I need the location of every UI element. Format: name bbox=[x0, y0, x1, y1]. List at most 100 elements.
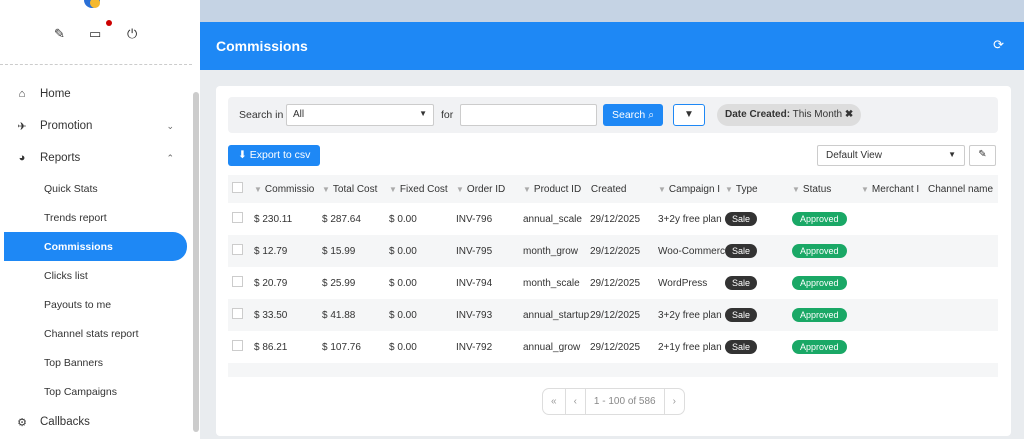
close-icon[interactable]: ✖ bbox=[845, 109, 853, 120]
filter-button[interactable]: ▼ bbox=[673, 104, 705, 126]
column-header[interactable]: ▼ Merchant I bbox=[861, 175, 928, 203]
sidebar-item-trends-report[interactable]: Trends report bbox=[0, 203, 192, 232]
table-cell: Woo-Commerce bbox=[658, 235, 725, 267]
table-cell: annual_scale bbox=[523, 213, 582, 225]
monitor-icon[interactable]: ▭ bbox=[89, 26, 101, 42]
download-icon: ⬇ bbox=[238, 149, 247, 161]
column-header[interactable]: ▼ Total Cost bbox=[322, 175, 389, 203]
table-cell: $ 107.76 bbox=[322, 341, 361, 353]
edit-view-button[interactable]: ✎ bbox=[969, 145, 996, 166]
sidebar-item-callbacks[interactable]: ⚙ Callbacks bbox=[0, 406, 192, 438]
table-cell: $ 0.00 bbox=[389, 213, 417, 225]
table-cell: $ 0.00 bbox=[389, 341, 417, 353]
column-header[interactable]: ▼ Product ID bbox=[523, 175, 590, 203]
callback-icon: ⚙ bbox=[17, 416, 27, 429]
status-badge: Approved bbox=[792, 243, 847, 258]
row-checkbox[interactable] bbox=[232, 308, 243, 319]
notification-dot bbox=[106, 20, 112, 26]
table-cell: INV-795 bbox=[456, 235, 523, 267]
sidebar-item-top-banners[interactable]: Top Banners bbox=[0, 348, 192, 377]
table-row[interactable]: $ 33.50 $ 41.88 $ 0.00 INV-793 annual_startu… bbox=[228, 299, 998, 331]
view-select[interactable]: Default View ▼ bbox=[817, 145, 965, 166]
table-cell: $ 33.50 bbox=[254, 299, 322, 331]
column-header[interactable]: ▼ Fixed Cost bbox=[389, 175, 456, 203]
table-cell: month_grow bbox=[523, 235, 590, 267]
select-all-checkbox[interactable] bbox=[232, 182, 243, 193]
search-input[interactable] bbox=[460, 104, 597, 126]
table-cell: WordPress bbox=[658, 277, 708, 289]
table-cell: $ 0.00 bbox=[389, 299, 456, 331]
sort-icon[interactable]: ▼ bbox=[254, 185, 262, 194]
table-cell: annual_startup bbox=[523, 299, 590, 331]
table-row[interactable]: $ 230.11 $ 287.64 $ 0.00 INV-796 annual_scal… bbox=[228, 203, 998, 235]
for-label: for bbox=[441, 109, 454, 121]
table-cell: 3+2y free plan bbox=[658, 213, 722, 225]
home-icon: ⌂ bbox=[18, 88, 26, 100]
table-cell: INV-793 bbox=[456, 299, 523, 331]
first-page-button[interactable]: « bbox=[543, 389, 566, 414]
table-cell: $ 287.64 bbox=[322, 213, 361, 225]
table-cell: $ 0.00 bbox=[389, 277, 417, 289]
next-page-button[interactable]: › bbox=[665, 389, 684, 414]
edit-icon[interactable]: ✎ bbox=[54, 26, 65, 42]
caret-down-icon: ▼ bbox=[419, 109, 427, 118]
row-checkbox[interactable] bbox=[232, 340, 243, 351]
table-cell: $ 12.79 bbox=[254, 235, 322, 267]
column-header[interactable]: ▼ Commissio bbox=[254, 175, 322, 203]
date-filter-chip[interactable]: Date Created: This Month ✖ bbox=[717, 104, 862, 126]
table-row[interactable]: $ 20.79 $ 25.99 $ 0.00 INV-794 month_scale 29… bbox=[228, 267, 998, 299]
export-csv-button[interactable]: ⬇ Export to csv bbox=[228, 145, 321, 166]
sidebar-item-channel-stats[interactable]: Channel stats report bbox=[0, 319, 192, 348]
table-cell: 29/12/2025 bbox=[590, 235, 658, 267]
sidebar-item-payouts[interactable]: Payouts to me bbox=[0, 290, 192, 319]
table-cell: $ 20.79 bbox=[254, 277, 288, 289]
sort-icon[interactable]: ▼ bbox=[456, 185, 464, 194]
status-badge: Approved bbox=[792, 275, 847, 290]
column-header[interactable]: ▼ Type bbox=[725, 175, 792, 203]
sidebar-item-reports[interactable]: ◕ Reports ⌃ bbox=[0, 142, 192, 174]
sidebar-item-promotion[interactable]: ✈ Promotion ⌄ bbox=[0, 110, 192, 142]
sort-icon[interactable]: ▼ bbox=[523, 185, 531, 194]
row-checkbox[interactable] bbox=[232, 276, 243, 287]
table-cell: $ 41.88 bbox=[322, 299, 389, 331]
row-checkbox[interactable] bbox=[232, 212, 243, 223]
search-in-label: Search in bbox=[239, 109, 284, 121]
row-checkbox[interactable] bbox=[232, 244, 243, 255]
search-button[interactable]: Search ⌕ bbox=[603, 104, 664, 126]
prev-page-button[interactable]: ‹ bbox=[566, 389, 586, 414]
column-header[interactable]: ▼ Campaign I bbox=[658, 175, 725, 203]
sidebar-scrollbar[interactable] bbox=[193, 92, 199, 432]
sort-icon[interactable]: ▼ bbox=[861, 185, 869, 194]
table-cell: annual_grow bbox=[523, 341, 581, 353]
table-cell: $ 0.00 bbox=[389, 235, 456, 267]
top-bar bbox=[200, 0, 1024, 22]
search-in-select[interactable]: All ▼ bbox=[286, 104, 434, 126]
power-icon[interactable]: ⏻ bbox=[127, 26, 137, 42]
sidebar-item-top-campaigns[interactable]: Top Campaigns bbox=[0, 377, 192, 406]
pagination: « ‹ 1 - 100 of 586 › bbox=[542, 388, 685, 415]
chevron-down-icon: ⌄ bbox=[166, 120, 174, 131]
column-header[interactable]: Channel name bbox=[928, 175, 998, 203]
column-header[interactable]: ▼ Status bbox=[792, 175, 861, 203]
table-row[interactable]: $ 12.79 $ 15.99 $ 0.00 INV-795 month_grow 29/… bbox=[228, 235, 998, 267]
sort-icon[interactable]: ▼ bbox=[725, 185, 733, 194]
chart-icon: ◕ bbox=[18, 152, 26, 164]
table-row[interactable]: $ 86.21 $ 107.76 $ 0.00 INV-792 annual_grow 2… bbox=[228, 331, 998, 363]
type-badge: Sale bbox=[725, 275, 758, 290]
sort-icon[interactable]: ▼ bbox=[792, 185, 800, 194]
table-cell: INV-796 bbox=[456, 213, 493, 225]
sort-icon[interactable]: ▼ bbox=[389, 185, 397, 194]
sidebar-item-home[interactable]: ⌂ Home bbox=[0, 78, 192, 110]
page-header: Commissions ⟳ bbox=[200, 22, 1024, 70]
sidebar-item-commissions[interactable]: Commissions bbox=[4, 232, 187, 261]
table-header: ▼ Commissio ▼ Total Cost ▼ Fixed Cost ▼ Order I… bbox=[228, 175, 998, 203]
refresh-icon[interactable]: ⟳ bbox=[993, 37, 1004, 53]
sidebar-item-quick-stats[interactable]: Quick Stats bbox=[0, 174, 192, 203]
sort-icon[interactable]: ▼ bbox=[658, 185, 666, 194]
column-header[interactable]: ▼Created bbox=[590, 175, 658, 203]
column-header[interactable]: ▼ Order ID bbox=[456, 175, 523, 203]
table-cell: $ 86.21 bbox=[254, 341, 288, 353]
table-cell: 29/12/2025 bbox=[590, 277, 641, 289]
sort-icon[interactable]: ▼ bbox=[322, 185, 330, 194]
sidebar-item-clicks-list[interactable]: Clicks list bbox=[0, 261, 192, 290]
